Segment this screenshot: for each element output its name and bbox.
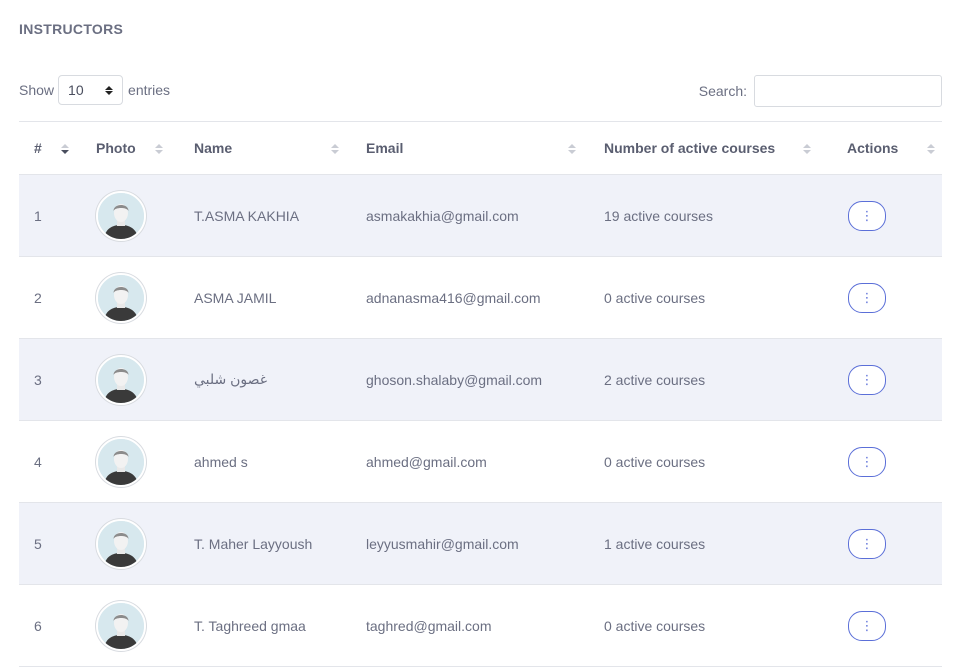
- instructor-name: غصون شلبي: [174, 338, 346, 421]
- actions-cell: ⋮: [827, 174, 942, 257]
- instructor-email: taghred@gmail.com: [346, 584, 584, 667]
- table-row: 6 T. Taghreed gmaa taghred@gmail.com 0 acti…: [19, 584, 942, 667]
- col-header-email-label: Email: [366, 140, 404, 156]
- instructor-name: T.ASMA KAKHIA: [174, 174, 346, 257]
- actions-button[interactable]: ⋮: [848, 364, 886, 395]
- actions-cell: ⋮: [827, 338, 942, 421]
- default-user-avatar: [98, 192, 144, 239]
- photo-cell: [77, 420, 174, 503]
- sort-icon: [927, 144, 935, 154]
- actions-button[interactable]: ⋮: [848, 610, 886, 641]
- instructor-name: ASMA JAMIL: [174, 256, 346, 339]
- row-number: 2: [19, 256, 77, 339]
- row-number: 3: [19, 338, 77, 421]
- photo-cell: [77, 502, 174, 585]
- default-user-avatar: [98, 438, 144, 485]
- entries-value: 10: [68, 82, 84, 98]
- avatar: [96, 600, 146, 651]
- sort-icon: [331, 144, 339, 154]
- avatar: [96, 272, 146, 323]
- col-header-photo-label: Photo: [96, 140, 136, 156]
- sort-icon: [803, 144, 811, 154]
- instructor-name: ahmed s: [174, 420, 346, 503]
- page-title: INSTRUCTORS: [19, 21, 124, 37]
- actions-cell: ⋮: [827, 420, 942, 503]
- photo-cell: [77, 174, 174, 257]
- avatar: [96, 518, 146, 569]
- avatar: [96, 354, 146, 405]
- search-control: Search:: [699, 75, 942, 107]
- actions-button[interactable]: ⋮: [848, 446, 886, 477]
- col-header-number-label: #: [34, 140, 42, 156]
- active-courses: 0 active courses: [584, 256, 827, 339]
- table-row: 2 ASMA JAMIL adnanasma416@gmail.com 0 activ…: [19, 256, 942, 339]
- more-vertical-icon: ⋮: [860, 372, 874, 387]
- row-number: 1: [19, 174, 77, 257]
- search-label: Search:: [698, 83, 747, 99]
- default-user-avatar: [98, 602, 144, 649]
- active-courses: 0 active courses: [584, 584, 827, 667]
- instructor-email: asmakakhia@gmail.com: [346, 174, 584, 257]
- actions-button[interactable]: ⋮: [848, 200, 886, 231]
- avatar: [96, 190, 146, 241]
- active-courses: 2 active courses: [584, 338, 827, 421]
- more-vertical-icon: ⋮: [860, 208, 874, 223]
- col-header-number[interactable]: #: [19, 121, 77, 175]
- actions-cell: ⋮: [827, 256, 942, 339]
- actions-button[interactable]: ⋮: [848, 282, 886, 313]
- entries-select[interactable]: 10: [58, 75, 124, 105]
- more-vertical-icon: ⋮: [860, 454, 874, 469]
- actions-cell: ⋮: [827, 502, 942, 585]
- photo-cell: [77, 584, 174, 667]
- active-courses: 19 active courses: [584, 174, 827, 257]
- select-caret-icon: [105, 85, 114, 95]
- entries-length-control: Show 10 entries: [19, 75, 170, 105]
- more-vertical-icon: ⋮: [860, 536, 874, 551]
- photo-cell: [77, 256, 174, 339]
- col-header-actions[interactable]: Actions: [827, 121, 942, 175]
- table-row: 1 T.ASMA KAKHIA asmakakhia@gmail.com 19 act…: [19, 174, 942, 257]
- row-number: 5: [19, 502, 77, 585]
- instructors-page: INSTRUCTORS Show 10 entries Search: # Ph…: [0, 0, 957, 667]
- instructors-table: # Photo Name Email Number of active cour…: [19, 121, 942, 667]
- col-header-name[interactable]: Name: [174, 121, 346, 175]
- default-user-avatar: [98, 356, 144, 403]
- instructor-name: T. Taghreed gmaa: [174, 584, 346, 667]
- sort-icon: [155, 144, 163, 154]
- instructor-email: leyyusmahir@gmail.com: [346, 502, 584, 585]
- table-row: 3 غصون شلبي ghoson.shalaby@gmail.com 2 acti…: [19, 338, 942, 421]
- row-number: 4: [19, 420, 77, 503]
- instructor-email: adnanasma416@gmail.com: [346, 256, 584, 339]
- entries-label: entries: [128, 82, 171, 98]
- active-courses: 0 active courses: [584, 420, 827, 503]
- instructor-name: T. Maher Layyoush: [174, 502, 346, 585]
- default-user-avatar: [98, 274, 144, 321]
- active-courses: 1 active courses: [584, 502, 827, 585]
- avatar: [96, 436, 146, 487]
- col-header-email[interactable]: Email: [346, 121, 584, 175]
- row-number: 6: [19, 584, 77, 667]
- actions-button[interactable]: ⋮: [848, 528, 886, 559]
- sort-icon: [568, 144, 576, 154]
- table-header-row: # Photo Name Email Number of active cour…: [19, 121, 942, 175]
- default-user-avatar: [98, 520, 144, 567]
- more-vertical-icon: ⋮: [860, 618, 874, 633]
- col-header-courses-label: Number of active courses: [604, 140, 776, 156]
- col-header-photo[interactable]: Photo: [77, 121, 174, 175]
- sort-icon: [61, 144, 69, 154]
- table-row: 4 ahmed s ahmed@gmail.com 0 active courses ⋮: [19, 420, 942, 503]
- instructor-email: ahmed@gmail.com: [346, 420, 584, 503]
- table-row: 5 T. Maher Layyoush leyyusmahir@gmail.com 1…: [19, 502, 942, 585]
- col-header-actions-label: Actions: [847, 140, 899, 156]
- search-input[interactable]: [754, 75, 942, 107]
- more-vertical-icon: ⋮: [860, 290, 874, 305]
- col-header-courses[interactable]: Number of active courses: [584, 121, 827, 175]
- instructor-email: ghoson.shalaby@gmail.com: [346, 338, 584, 421]
- photo-cell: [77, 338, 174, 421]
- show-label: Show: [19, 82, 55, 98]
- actions-cell: ⋮: [827, 584, 942, 667]
- col-header-name-label: Name: [194, 140, 233, 156]
